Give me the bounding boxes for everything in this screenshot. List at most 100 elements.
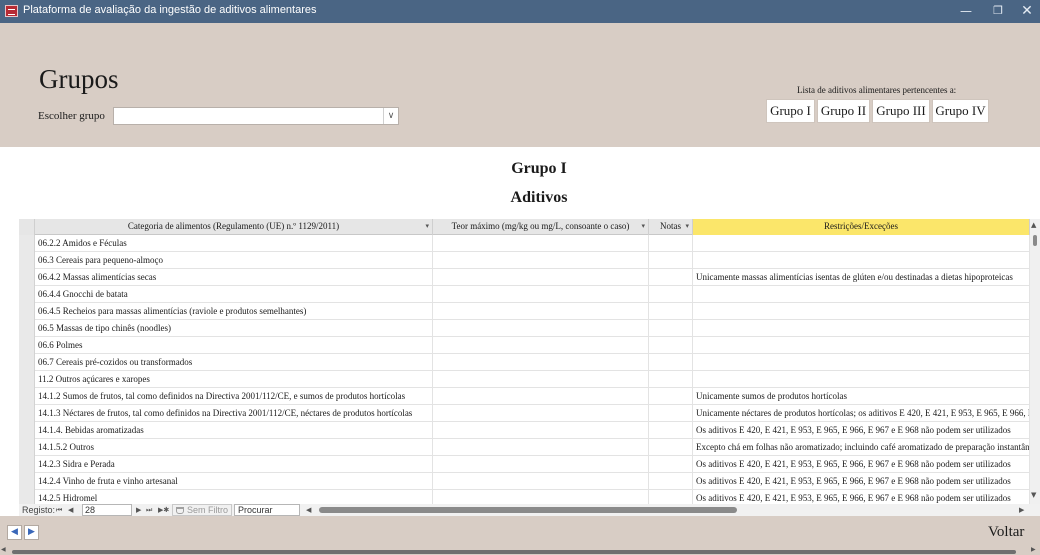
max-level-cell[interactable] (433, 303, 649, 320)
table-row[interactable]: 06.3 Cereais para pequeno-almoço (19, 252, 1030, 269)
restore-icon[interactable]: ❐ (983, 0, 1013, 23)
restrictions-cell[interactable]: Unicamente néctares de produtos hortícol… (693, 405, 1030, 422)
row-selector[interactable] (19, 371, 35, 388)
notes-cell[interactable] (649, 354, 693, 371)
notes-cell[interactable] (649, 422, 693, 439)
restrictions-cell[interactable] (693, 320, 1030, 337)
row-selector[interactable] (19, 337, 35, 354)
sort-arrow-icon[interactable]: ▾ (685, 219, 689, 234)
max-level-cell[interactable] (433, 405, 649, 422)
row-selector[interactable] (19, 286, 35, 303)
vertical-scrollbar[interactable]: ▲ ▼ (1030, 219, 1040, 504)
restrictions-cell[interactable] (693, 286, 1030, 303)
first-record-icon[interactable]: ⏮ (56, 504, 62, 516)
max-level-cell[interactable] (433, 439, 649, 456)
notes-cell[interactable] (649, 320, 693, 337)
table-row[interactable]: 14.1.2 Sumos de frutos, tal como definid… (19, 388, 1030, 405)
table-row[interactable]: 06.6 Polmes (19, 337, 1030, 354)
restrictions-cell[interactable]: Os aditivos E 420, E 421, E 953, E 965, … (693, 422, 1030, 439)
close-icon[interactable]: ✕ (1012, 0, 1040, 23)
category-cell[interactable]: 14.2.4 Vinho de fruta e vinho artesanal (35, 473, 433, 490)
row-selector[interactable] (19, 388, 35, 405)
row-selector[interactable] (19, 354, 35, 371)
category-cell[interactable]: 14.1.2 Sumos de frutos, tal como definid… (35, 388, 433, 405)
scroll-right-icon[interactable]: ▶ (1019, 504, 1024, 516)
notes-cell[interactable] (649, 337, 693, 354)
column-header-max-level[interactable]: Teor máximo (mg/kg ou mg/L, consoante o … (433, 219, 649, 235)
row-selector[interactable] (19, 252, 35, 269)
category-cell[interactable]: 06.2.2 Amidos e Féculas (35, 235, 433, 252)
previous-record-icon[interactable]: ◀ (68, 504, 73, 516)
max-level-cell[interactable] (433, 320, 649, 337)
table-row[interactable]: 11.2 Outros açúcares e xaropes (19, 371, 1030, 388)
notes-cell[interactable] (649, 490, 693, 504)
restrictions-cell[interactable]: Excepto chá em folhas não aromatizado; i… (693, 439, 1030, 456)
notes-cell[interactable] (649, 388, 693, 405)
restrictions-cell[interactable]: Os aditivos E 420, E 421, E 953, E 965, … (693, 490, 1030, 504)
next-record-icon[interactable]: ▶ (136, 504, 141, 516)
back-button[interactable]: Voltar (988, 524, 1024, 541)
row-selector[interactable] (19, 235, 35, 252)
column-header-notes[interactable]: Notas ▾ (649, 219, 693, 235)
restrictions-cell[interactable] (693, 235, 1030, 252)
notes-cell[interactable] (649, 439, 693, 456)
max-level-cell[interactable] (433, 235, 649, 252)
max-level-cell[interactable] (433, 354, 649, 371)
minimize-icon[interactable]: — (951, 0, 981, 23)
table-row[interactable]: 06.4.4 Gnocchi de batata (19, 286, 1030, 303)
notes-cell[interactable] (649, 405, 693, 422)
table-row[interactable]: 14.1.5.2 Outros Excepto chá em folhas nã… (19, 439, 1030, 456)
notes-cell[interactable] (649, 286, 693, 303)
max-level-cell[interactable] (433, 286, 649, 303)
row-selector[interactable] (19, 269, 35, 286)
max-level-cell[interactable] (433, 473, 649, 490)
notes-cell[interactable] (649, 473, 693, 490)
restrictions-cell[interactable] (693, 303, 1030, 320)
sort-arrow-icon[interactable]: ▾ (641, 219, 645, 234)
row-selector[interactable] (19, 405, 35, 422)
restrictions-cell[interactable]: Unicamente sumos de produtos hortícolas (693, 388, 1030, 405)
previous-button[interactable]: ◀ (7, 525, 22, 540)
max-level-cell[interactable] (433, 490, 649, 504)
row-selector[interactable] (19, 473, 35, 490)
select-all-cell[interactable] (19, 219, 35, 235)
category-cell[interactable]: 06.7 Cereais pré-cozidos ou transformado… (35, 354, 433, 371)
category-cell[interactable]: 14.2.3 Sidra e Perada (35, 456, 433, 473)
column-header-category[interactable]: Categoria de alimentos (Regulamento (UE)… (35, 219, 433, 235)
table-row[interactable]: 14.1.3 Néctares de frutos, tal como defi… (19, 405, 1030, 422)
restrictions-cell[interactable] (693, 337, 1030, 354)
table-row[interactable]: 06.2.2 Amidos e Féculas (19, 235, 1030, 252)
group-ii-button[interactable]: Grupo II (817, 99, 870, 123)
category-cell[interactable]: 14.1.3 Néctares de frutos, tal como defi… (35, 405, 433, 422)
category-cell[interactable]: 14.1.4. Bebidas aromatizadas (35, 422, 433, 439)
category-cell[interactable]: 06.5 Massas de tipo chinês (noodles) (35, 320, 433, 337)
row-selector[interactable] (19, 456, 35, 473)
table-row[interactable]: 06.5 Massas de tipo chinês (noodles) (19, 320, 1030, 337)
row-selector[interactable] (19, 490, 35, 504)
scroll-up-icon[interactable]: ▲ (1031, 221, 1036, 229)
table-row[interactable]: 06.4.2 Massas alimentícias secas Unicame… (19, 269, 1030, 286)
notes-cell[interactable] (649, 252, 693, 269)
chevron-down-icon[interactable]: ∨ (383, 108, 398, 124)
scroll-down-icon[interactable]: ▼ (1031, 491, 1036, 499)
table-row[interactable]: 06.7 Cereais pré-cozidos ou transformado… (19, 354, 1030, 371)
group-i-button[interactable]: Grupo I (766, 99, 815, 123)
restrictions-cell[interactable] (693, 354, 1030, 371)
category-cell[interactable]: 06.4.4 Gnocchi de batata (35, 286, 433, 303)
category-cell[interactable]: 11.2 Outros açúcares e xaropes (35, 371, 433, 388)
table-row[interactable]: 14.2.5 Hidromel Os aditivos E 420, E 421… (19, 490, 1030, 504)
max-level-cell[interactable] (433, 371, 649, 388)
restrictions-cell[interactable]: Unicamente massas alimentícias isentas d… (693, 269, 1030, 286)
max-level-cell[interactable] (433, 269, 649, 286)
restrictions-cell[interactable] (693, 252, 1030, 269)
restrictions-cell[interactable]: Os aditivos E 420, E 421, E 953, E 965, … (693, 456, 1030, 473)
category-cell[interactable]: 14.1.5.2 Outros (35, 439, 433, 456)
category-cell[interactable]: 06.4.5 Recheios para massas alimentícias… (35, 303, 433, 320)
table-row[interactable]: 14.2.3 Sidra e Perada Os aditivos E 420,… (19, 456, 1030, 473)
max-level-cell[interactable] (433, 337, 649, 354)
form-horizontal-scrollbar[interactable]: ◀ ▶ (0, 546, 1040, 555)
filter-button[interactable]: Sem Filtro (172, 504, 232, 516)
notes-cell[interactable] (649, 303, 693, 320)
notes-cell[interactable] (649, 235, 693, 252)
last-record-icon[interactable]: ⏭ (146, 504, 152, 516)
